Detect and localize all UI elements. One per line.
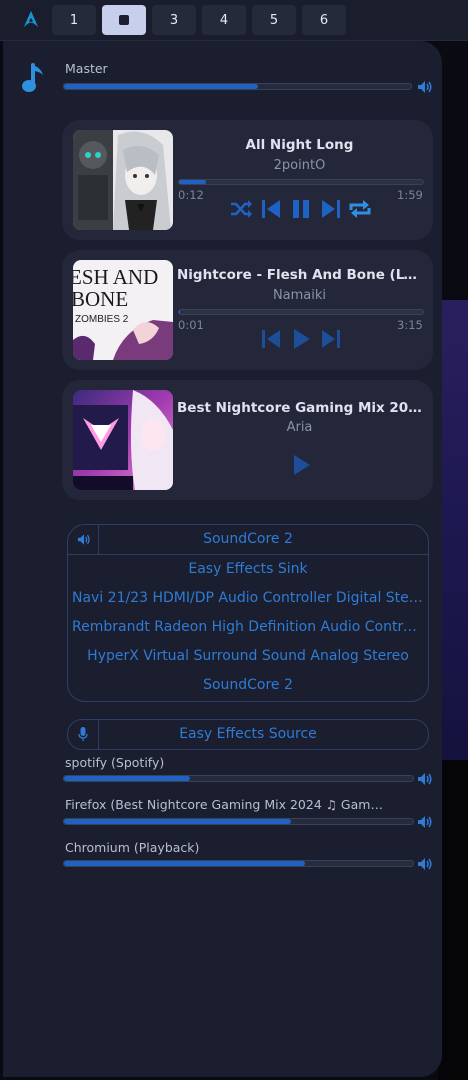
- repeat-icon[interactable]: [347, 196, 373, 222]
- track-progress-fill: [179, 180, 206, 184]
- input-mute-toggle[interactable]: [68, 720, 99, 749]
- output-device-option[interactable]: SoundCore 2: [72, 677, 424, 693]
- album-art-text: ZOMBIES 2: [75, 314, 129, 325]
- volume-icon[interactable]: [417, 815, 433, 829]
- selected-input-device: Easy Effects Source: [179, 726, 317, 742]
- microphone-icon: [78, 727, 88, 741]
- app-volume-fill: [64, 861, 305, 866]
- workspace-label: 3: [169, 12, 179, 28]
- previous-icon[interactable]: [258, 196, 284, 222]
- track-artist: 2pointO: [273, 158, 326, 173]
- album-art: ESH AND BONE ZOMBIES 2: [73, 260, 173, 360]
- output-device-option[interactable]: HyperX Virtual Surround Sound Analog Ste…: [72, 648, 424, 664]
- workspace-label: 6: [319, 12, 329, 28]
- album-art: [73, 390, 173, 490]
- track-progress-bar[interactable]: [178, 309, 424, 315]
- workspace-label: 1: [69, 12, 79, 28]
- track-title: Best Nightcore Gaming Mix 2024 ♫ Gaming …: [177, 400, 422, 416]
- music-note-icon: [22, 63, 43, 92]
- output-device-option[interactable]: Navi 21/23 HDMI/DP Audio Controller Digi…: [72, 590, 424, 606]
- media-controls: [177, 196, 422, 222]
- app-volume-fill: [64, 819, 291, 824]
- output-device-option[interactable]: Easy Effects Sink: [72, 561, 424, 577]
- workspace-1[interactable]: 1: [52, 5, 96, 35]
- play-icon[interactable]: [288, 452, 314, 478]
- workspace-label: 4: [219, 12, 229, 28]
- track-title: Nightcore - Flesh And Bone (Lyrics): [177, 267, 422, 283]
- play-icon[interactable]: [288, 326, 314, 352]
- app-volume-label: Firefox (Best Nightcore Gaming Mix 2024 …: [65, 797, 385, 812]
- workspace-label: 5: [269, 12, 279, 28]
- previous-icon[interactable]: [258, 326, 284, 352]
- input-device-selector[interactable]: Easy Effects Source: [67, 719, 429, 750]
- workspace-4[interactable]: 4: [202, 5, 246, 35]
- media-player-card: All Night Long 2pointO 0:12 1:59: [62, 120, 433, 240]
- wallpaper-shadow: [438, 760, 468, 1080]
- app-volume-label: spotify (Spotify): [65, 755, 165, 770]
- media-controls: [177, 326, 422, 352]
- album-art-text: BONE: [73, 287, 128, 311]
- media-player-card: ESH AND BONE ZOMBIES 2 Nightcore - Flesh…: [62, 250, 433, 370]
- output-device-header[interactable]: SoundCore 2: [68, 525, 428, 555]
- track-progress-fill: [179, 310, 181, 314]
- app-volume-fill: [64, 776, 190, 781]
- media-player-card: Best Nightcore Gaming Mix 2024 ♫ Gaming …: [62, 380, 433, 500]
- media-controls: [177, 452, 422, 478]
- volume-icon[interactable]: [417, 772, 433, 786]
- volume-icon[interactable]: [417, 80, 433, 94]
- volume-icon[interactable]: [417, 857, 433, 871]
- workspace-2-active[interactable]: [102, 5, 146, 35]
- album-art-text: ESH AND: [73, 265, 158, 289]
- track-title: All Night Long: [245, 137, 354, 153]
- app-volume-slider[interactable]: [63, 818, 414, 825]
- pause-icon[interactable]: [288, 196, 314, 222]
- speaker-icon: [77, 534, 90, 545]
- next-icon[interactable]: [318, 196, 344, 222]
- track-artist: Namaiki: [272, 288, 327, 303]
- track-progress-bar[interactable]: [178, 179, 424, 185]
- selected-output-device: SoundCore 2: [203, 531, 293, 547]
- master-volume-fill: [64, 84, 259, 89]
- output-mute-toggle[interactable]: [68, 525, 99, 554]
- next-icon[interactable]: [318, 326, 344, 352]
- workspace-3[interactable]: 3: [152, 5, 196, 35]
- arch-logo-icon[interactable]: [22, 10, 40, 28]
- album-art: [73, 130, 173, 230]
- master-volume-slider[interactable]: [63, 83, 412, 90]
- app-volume-slider[interactable]: [63, 775, 414, 782]
- workspace-5[interactable]: 5: [252, 5, 296, 35]
- track-artist: Aria: [286, 420, 313, 435]
- workspace-6[interactable]: 6: [302, 5, 346, 35]
- app-volume-slider[interactable]: [63, 860, 414, 867]
- workspace-bar: 1 3 4 5 6: [0, 0, 468, 41]
- audio-panel: Master All Night Long 2pointO 0:12 1:59 …: [3, 41, 442, 1077]
- app-volume-label: Chromium (Playback): [65, 840, 200, 855]
- master-label: Master: [65, 61, 108, 76]
- output-device-list: SoundCore 2 Easy Effects Sink Navi 21/23…: [67, 524, 429, 702]
- shuffle-icon[interactable]: [228, 196, 254, 222]
- active-workspace-square-icon: [119, 15, 129, 25]
- output-device-option[interactable]: Rembrandt Radeon High Definition Audio C…: [72, 619, 424, 635]
